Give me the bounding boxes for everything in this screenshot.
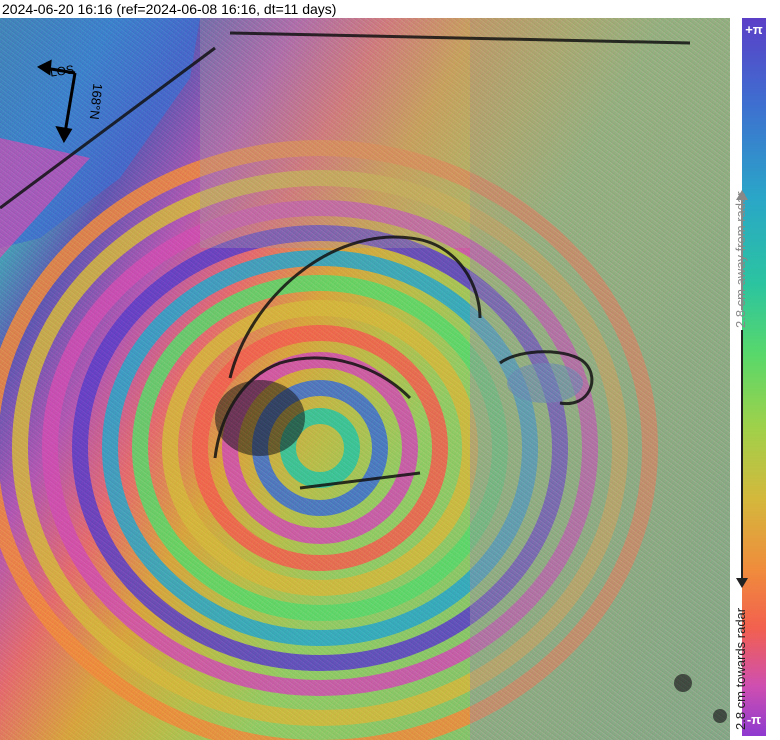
towards-arrow-head-icon	[736, 578, 748, 588]
colorbar-away-label: 2.8 cm away from radar	[733, 191, 748, 328]
colorbar-towards-label: 2.8 cm towards radar	[733, 607, 748, 730]
towards-arrow-line	[741, 330, 743, 580]
colorbar-top-label: +π	[745, 22, 763, 37]
figure-title: 2024-06-20 16:16 (ref=2024-06-08 16:16, …	[2, 1, 337, 17]
phase-noise-texture	[0, 18, 730, 740]
interferogram-map: LOS 168°N	[0, 18, 730, 740]
